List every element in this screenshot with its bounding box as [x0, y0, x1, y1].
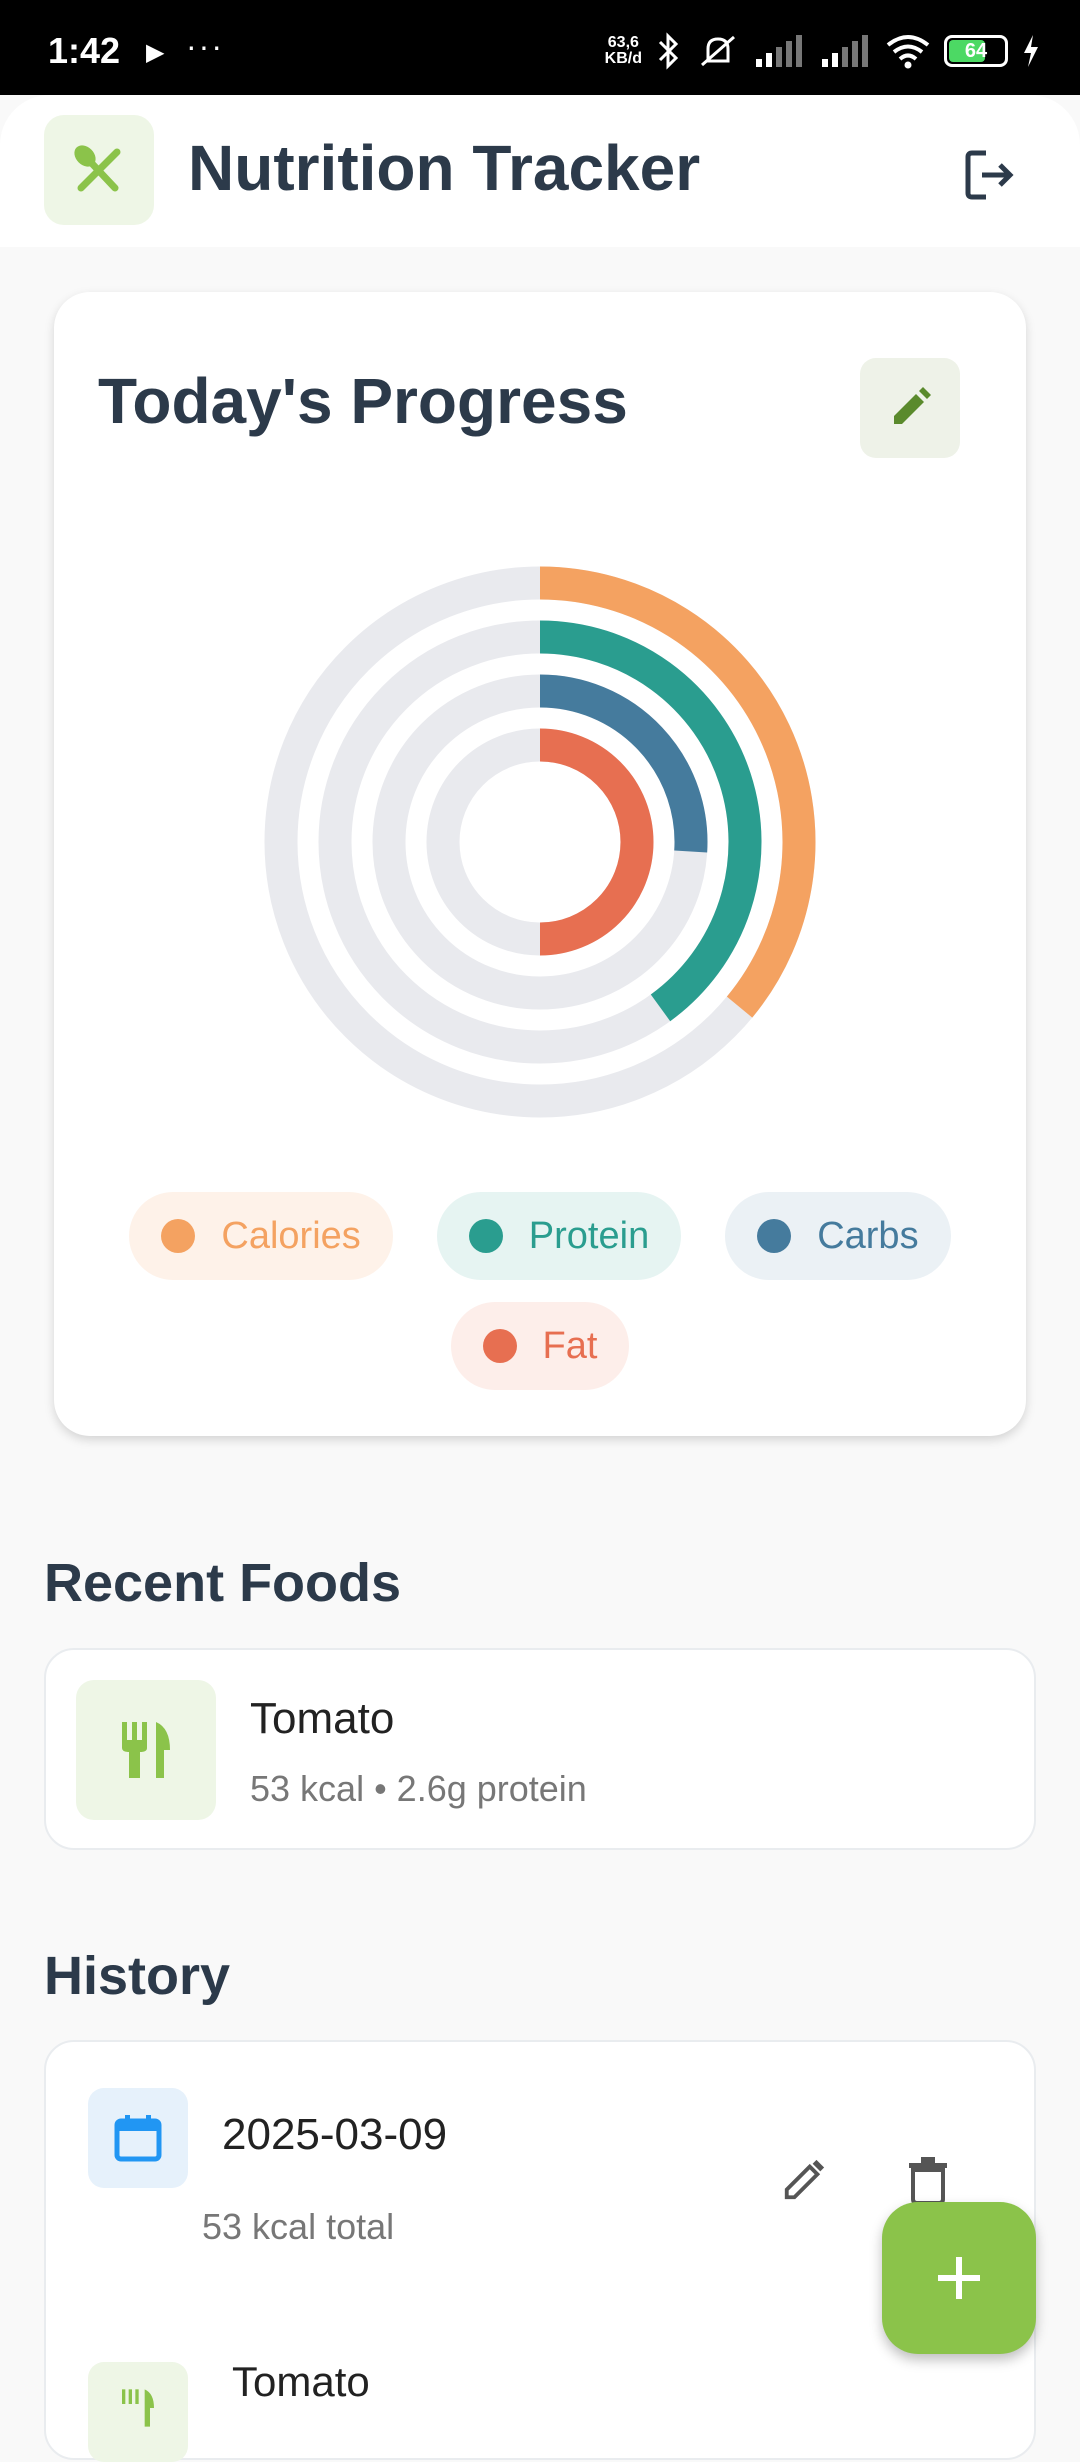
legend-dot	[757, 1219, 792, 1253]
plus-icon	[938, 2257, 980, 2299]
charging-icon	[1022, 35, 1040, 67]
history-total: 53 kcal total	[202, 2206, 395, 2247]
history-date: 2025-03-09	[222, 2110, 448, 2159]
more-notifications-icon: ···	[186, 28, 224, 64]
logout-button[interactable]	[950, 135, 1030, 215]
legend: Calories Protein Carbs Fat	[54, 1192, 1026, 1390]
food-icon-box	[76, 1680, 216, 1820]
battery-icon: 64	[944, 35, 1008, 67]
legend-label: Carbs	[817, 1214, 919, 1257]
app-logo	[44, 115, 154, 225]
progress-rings-chart	[264, 566, 816, 1118]
recent-food-item[interactable]: Tomato 53 kcal • 2.6g protein	[44, 1648, 1036, 1850]
legend-chip-protein: Protein	[436, 1192, 682, 1280]
fork-knife-icon	[122, 1722, 170, 1778]
edit-history-button[interactable]	[764, 2140, 844, 2220]
pencil-icon	[784, 2159, 825, 2200]
legend-dot	[468, 1219, 503, 1253]
silent-icon	[696, 31, 740, 71]
trash-icon	[909, 2157, 947, 2205]
pencil-icon	[894, 387, 931, 424]
network-speed: 63,6 KB/d	[604, 34, 642, 67]
legend-chip-fat: Fat	[450, 1302, 630, 1390]
bluetooth-icon	[656, 31, 682, 71]
ring-progress-fat	[539, 728, 654, 956]
play-icon: ▶	[146, 39, 165, 66]
food-meta: 53 kcal • 2.6g protein	[250, 1768, 587, 1809]
calendar-icon-box	[88, 2088, 188, 2188]
signal-icon	[754, 33, 806, 69]
calendar-icon	[114, 2115, 162, 2162]
logout-icon	[965, 150, 1014, 200]
food-name: Tomato	[250, 1694, 395, 1743]
history-food-name: Tomato	[232, 2358, 370, 2405]
progress-title: Today's Progress	[98, 365, 628, 437]
legend-chip-calories: Calories	[129, 1192, 393, 1280]
app-bar: Nutrition Tracker	[0, 95, 1080, 247]
legend-chip-carbs: Carbs	[725, 1192, 951, 1280]
wifi-icon	[886, 33, 930, 69]
utensils-icon	[74, 145, 121, 192]
status-time: 1:42	[48, 30, 121, 71]
fork-knife-icon	[122, 2389, 154, 2427]
recent-foods-title: Recent Foods	[44, 1553, 402, 1613]
food-icon-box	[88, 2362, 188, 2462]
edit-goals-button[interactable]	[860, 358, 960, 458]
legend-dot	[482, 1329, 517, 1363]
history-title: History	[44, 1946, 231, 2006]
legend-dot	[161, 1219, 196, 1253]
legend-label: Protein	[528, 1214, 650, 1257]
legend-label: Fat	[542, 1324, 598, 1367]
status-bar: 1:42 ▶ ··· 63,6 KB/d 64	[0, 0, 1080, 95]
add-food-button[interactable]	[882, 2202, 1036, 2354]
legend-label: Calories	[221, 1214, 361, 1257]
progress-card: Today's Progress Calories Protein Carbs Fat	[54, 292, 1026, 1436]
app-title: Nutrition Tracker	[188, 132, 701, 204]
signal-icon-2	[820, 33, 872, 69]
